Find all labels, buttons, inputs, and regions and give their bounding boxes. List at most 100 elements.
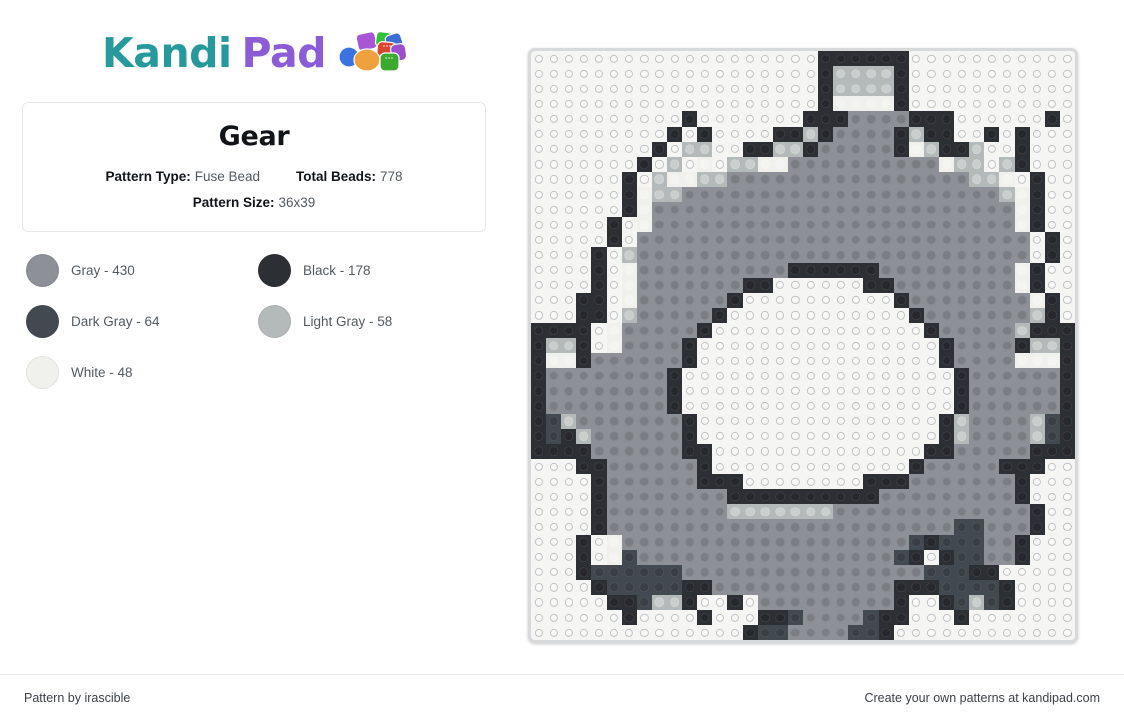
bead-cell[interactable]	[576, 383, 592, 399]
bead-cell[interactable]	[606, 217, 622, 233]
bead-cell[interactable]	[923, 247, 939, 263]
empty-peg[interactable]	[697, 625, 713, 641]
bead-cell[interactable]	[863, 111, 879, 127]
empty-peg[interactable]	[923, 383, 939, 399]
bead-cell[interactable]	[621, 594, 637, 611]
empty-peg[interactable]	[636, 96, 652, 112]
empty-peg[interactable]	[561, 307, 577, 323]
bead-cell[interactable]	[1044, 292, 1060, 308]
bead-cell[interactable]	[818, 217, 834, 233]
bead-cell[interactable]	[591, 474, 607, 490]
bead-cell[interactable]	[682, 504, 698, 520]
bead-cell[interactable]	[954, 217, 970, 233]
bead-cell[interactable]	[606, 594, 622, 611]
bead-cell[interactable]	[1029, 383, 1045, 399]
bead-cell[interactable]	[999, 443, 1015, 459]
bead-cell[interactable]	[999, 413, 1015, 429]
bead-cell[interactable]	[923, 262, 939, 278]
bead-cell[interactable]	[848, 111, 864, 127]
bead-cell[interactable]	[1014, 489, 1030, 505]
empty-peg[interactable]	[848, 443, 864, 459]
bead-cell[interactable]	[1014, 458, 1030, 475]
empty-peg[interactable]	[1029, 610, 1045, 626]
empty-peg[interactable]	[757, 96, 773, 112]
empty-peg[interactable]	[908, 81, 924, 97]
empty-peg[interactable]	[908, 96, 924, 112]
bead-cell[interactable]	[591, 383, 607, 399]
empty-peg[interactable]	[772, 458, 788, 475]
empty-peg[interactable]	[1059, 156, 1075, 172]
bead-cell[interactable]	[682, 262, 698, 278]
bead-cell[interactable]	[802, 564, 819, 580]
bead-cell[interactable]	[984, 519, 1000, 535]
empty-peg[interactable]	[757, 81, 773, 97]
bead-cell[interactable]	[787, 534, 803, 550]
empty-peg[interactable]	[712, 126, 728, 142]
bead-cell[interactable]	[621, 534, 637, 550]
empty-peg[interactable]	[818, 307, 834, 323]
empty-peg[interactable]	[757, 383, 773, 399]
bead-cell[interactable]	[999, 247, 1015, 263]
bead-cell[interactable]	[606, 353, 622, 369]
empty-peg[interactable]	[621, 66, 637, 82]
bead-cell[interactable]	[802, 217, 819, 233]
bead-cell[interactable]	[666, 338, 683, 354]
bead-cell[interactable]	[576, 443, 592, 459]
empty-peg[interactable]	[802, 96, 819, 112]
bead-cell[interactable]	[591, 353, 607, 369]
bead-cell[interactable]	[697, 322, 713, 339]
bead-cell[interactable]	[923, 564, 939, 580]
empty-peg[interactable]	[908, 322, 924, 339]
empty-peg[interactable]	[591, 186, 607, 203]
bead-cell[interactable]	[878, 549, 894, 565]
empty-peg[interactable]	[727, 398, 743, 414]
bead-cell[interactable]	[682, 202, 698, 218]
bead-cell[interactable]	[1029, 338, 1045, 354]
empty-peg[interactable]	[908, 413, 924, 429]
empty-peg[interactable]	[727, 625, 743, 641]
empty-peg[interactable]	[697, 66, 713, 82]
empty-peg[interactable]	[576, 232, 592, 248]
bead-cell[interactable]	[848, 66, 864, 82]
empty-peg[interactable]	[818, 322, 834, 339]
empty-peg[interactable]	[531, 126, 547, 142]
bead-cell[interactable]	[636, 564, 652, 580]
bead-cell[interactable]	[908, 534, 924, 550]
empty-peg[interactable]	[1059, 262, 1075, 278]
empty-peg[interactable]	[1059, 186, 1075, 203]
bead-cell[interactable]	[546, 398, 562, 414]
empty-peg[interactable]	[757, 338, 773, 354]
bead-cell[interactable]	[787, 202, 803, 218]
bead-cell[interactable]	[682, 489, 698, 505]
bead-cell[interactable]	[561, 338, 577, 354]
bead-cell[interactable]	[742, 202, 758, 218]
bead-cell[interactable]	[621, 262, 637, 278]
bead-cell[interactable]	[651, 277, 667, 293]
bead-cell[interactable]	[938, 428, 955, 444]
bead-cell[interactable]	[606, 458, 622, 475]
bead-cell[interactable]	[742, 579, 758, 595]
empty-peg[interactable]	[636, 141, 652, 157]
empty-peg[interactable]	[697, 51, 713, 67]
empty-peg[interactable]	[591, 81, 607, 97]
bead-cell[interactable]	[969, 474, 985, 490]
empty-peg[interactable]	[591, 51, 607, 67]
empty-peg[interactable]	[772, 398, 788, 414]
bead-cell[interactable]	[999, 519, 1015, 535]
empty-peg[interactable]	[772, 81, 788, 97]
bead-cell[interactable]	[651, 171, 667, 187]
bead-cell[interactable]	[787, 126, 803, 142]
bead-cell[interactable]	[697, 549, 713, 565]
empty-peg[interactable]	[923, 594, 939, 611]
bead-cell[interactable]	[651, 413, 667, 429]
bead-cell[interactable]	[999, 504, 1015, 520]
bead-cell[interactable]	[863, 594, 879, 611]
empty-peg[interactable]	[1059, 594, 1075, 611]
bead-cell[interactable]	[682, 534, 698, 550]
bead-cell[interactable]	[666, 458, 683, 475]
bead-cell[interactable]	[893, 519, 909, 535]
empty-peg[interactable]	[697, 413, 713, 429]
empty-peg[interactable]	[923, 66, 939, 82]
bead-cell[interactable]	[954, 610, 970, 626]
bead-cell[interactable]	[938, 519, 955, 535]
